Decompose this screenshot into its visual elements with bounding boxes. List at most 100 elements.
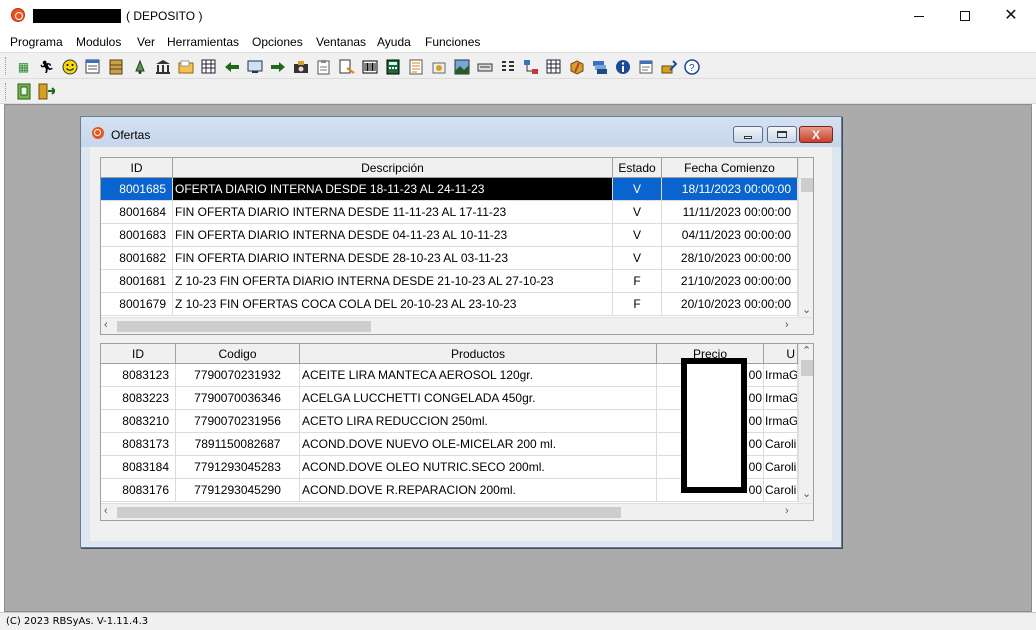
scroll-right-icon[interactable]: › xyxy=(785,320,789,331)
app-logo-icon[interactable] xyxy=(11,8,25,22)
smiley-icon[interactable] xyxy=(61,58,78,75)
cell-u[interactable]: Caroli xyxy=(764,456,798,479)
cell-producto[interactable]: ACOND.DOVE NUEVO OLE-MICELAR 200 ml. xyxy=(300,433,657,456)
cell-fecha[interactable]: 20/10/2023 00:00:00 xyxy=(662,293,798,316)
col-estado[interactable]: Estado xyxy=(613,158,662,178)
camera-icon[interactable] xyxy=(292,58,309,75)
cell-codigo[interactable]: 7790070036346 xyxy=(176,387,300,410)
cell-producto[interactable]: ACELGA LUCCHETTI CONGELADA 450gr. xyxy=(300,387,657,410)
cell-u[interactable]: Caroli xyxy=(764,433,798,456)
book-icon[interactable] xyxy=(15,83,32,100)
cell-id[interactable]: 8001682 xyxy=(101,247,173,270)
minimize-button[interactable] xyxy=(896,0,942,32)
cell-codigo[interactable]: 7791293045290 xyxy=(176,479,300,502)
menu-opciones[interactable]: Opciones xyxy=(252,35,303,49)
list-icon[interactable] xyxy=(407,58,424,75)
pill-icon[interactable] xyxy=(430,58,447,75)
document-icon[interactable] xyxy=(338,58,355,75)
ofertas-horizontal-scrollbar[interactable]: ‹ › xyxy=(101,317,813,334)
cell-id[interactable]: 8083176 xyxy=(101,479,176,502)
cabinet-icon[interactable] xyxy=(107,58,124,75)
col-fecha-comienzo[interactable]: Fecha Comienzo xyxy=(662,158,798,178)
ofertas-minimize-button[interactable] xyxy=(733,126,763,143)
productos-horizontal-scrollbar[interactable]: ‹ › xyxy=(101,503,813,520)
calculator-icon[interactable] xyxy=(384,58,401,75)
help-icon[interactable]: ? xyxy=(683,58,700,75)
cell-producto[interactable]: ACOND.DOVE R.REPARACION 200ml. xyxy=(300,479,657,502)
cell-producto[interactable]: ACETO LIRA REDUCCION 250ml. xyxy=(300,410,657,433)
cell-producto[interactable]: ACOND.DOVE OLEO NUTRIC.SECO 200ml. xyxy=(300,456,657,479)
notes-icon[interactable] xyxy=(637,58,654,75)
cell-producto[interactable]: ACEITE LIRA MANTECA AEROSOL 120gr. xyxy=(300,364,657,387)
cell-estado[interactable]: V xyxy=(613,224,662,247)
maximize-button[interactable] xyxy=(942,0,988,32)
cell-fecha[interactable]: 21/10/2023 00:00:00 xyxy=(662,270,798,293)
cell-fecha[interactable]: 18/11/2023 00:00:00 xyxy=(662,178,798,201)
scroll-left-icon[interactable]: ‹ xyxy=(104,320,108,331)
scroll-thumb[interactable] xyxy=(801,178,813,192)
cell-codigo[interactable]: 7791293045283 xyxy=(176,456,300,479)
col-descripcion[interactable]: Descripción xyxy=(173,158,613,178)
cell-u[interactable]: IrmaG xyxy=(764,410,798,433)
ofertas-window-icon[interactable] xyxy=(92,127,104,139)
photo-icon[interactable] xyxy=(453,58,470,75)
menu-ayuda[interactable]: Ayuda xyxy=(377,35,411,49)
table-icon[interactable] xyxy=(200,58,217,75)
cell-u[interactable]: Caroli xyxy=(764,479,798,502)
scroll-thumb[interactable] xyxy=(801,360,813,376)
cell-fecha[interactable]: 28/10/2023 00:00:00 xyxy=(662,247,798,270)
cell-descripcion[interactable]: FIN OFERTA DIARIO INTERNA DESDE 28-10-23… xyxy=(173,247,613,270)
ofertas-vertical-scrollbar[interactable]: ⌄ xyxy=(798,158,813,317)
cell-descripcion[interactable]: FIN OFERTA DIARIO INTERNA DESDE 04-11-23… xyxy=(173,224,613,247)
info-icon[interactable] xyxy=(614,58,631,75)
arrow-left-icon[interactable] xyxy=(223,58,240,75)
grid-icon[interactable]: ▦ xyxy=(15,58,32,75)
cell-estado[interactable]: V xyxy=(613,201,662,224)
cell-id[interactable]: 8083210 xyxy=(101,410,176,433)
menu-programa[interactable]: Programa xyxy=(10,35,63,49)
tools-icon[interactable] xyxy=(660,58,677,75)
network-icon[interactable] xyxy=(522,58,539,75)
arrow-right-icon[interactable] xyxy=(269,58,286,75)
close-button[interactable]: ✕ xyxy=(988,0,1034,32)
layers-icon[interactable] xyxy=(591,58,608,75)
scroll-down-icon[interactable]: ⌄ xyxy=(802,489,811,500)
menu-funciones[interactable]: Funciones xyxy=(425,35,480,49)
col-u[interactable]: U xyxy=(764,344,798,364)
exit-icon[interactable] xyxy=(38,83,55,100)
cell-codigo[interactable]: 7790070231956 xyxy=(176,410,300,433)
menu-ver[interactable]: Ver xyxy=(137,35,155,49)
productos-vertical-scrollbar[interactable]: ⌃ ⌄ xyxy=(798,344,813,503)
bell-icon[interactable] xyxy=(131,58,148,75)
table2-icon[interactable] xyxy=(545,58,562,75)
cell-id[interactable]: 8001679 xyxy=(101,293,173,316)
runner-icon[interactable]: 🏃︎ xyxy=(38,58,55,75)
monitor-icon[interactable] xyxy=(246,58,263,75)
ofertas-title-bar[interactable]: Ofertas X xyxy=(81,117,841,147)
ofertas-maximize-button[interactable] xyxy=(767,126,797,143)
cell-id[interactable]: 8083173 xyxy=(101,433,176,456)
cell-id[interactable]: 8001684 xyxy=(101,201,173,224)
cell-estado[interactable]: V xyxy=(613,178,662,201)
cell-id[interactable]: 8083123 xyxy=(101,364,176,387)
scroll-thumb[interactable] xyxy=(117,321,371,332)
cell-codigo[interactable]: 7891150082687 xyxy=(176,433,300,456)
grid-list-icon[interactable] xyxy=(499,58,516,75)
box-icon[interactable] xyxy=(568,58,585,75)
form-icon[interactable] xyxy=(84,58,101,75)
toolbar-grip[interactable] xyxy=(5,83,8,101)
scroll-right-icon[interactable]: › xyxy=(785,506,789,517)
toolbar-grip[interactable] xyxy=(5,57,8,75)
cell-estado[interactable]: V xyxy=(613,247,662,270)
cell-fecha[interactable]: 04/11/2023 00:00:00 xyxy=(662,224,798,247)
cell-descripcion[interactable]: Z 10-23 FIN OFERTA DIARIO INTERNA DESDE … xyxy=(173,270,613,293)
cell-codigo[interactable]: 7790070231932 xyxy=(176,364,300,387)
cell-id[interactable]: 8083223 xyxy=(101,387,176,410)
col-id[interactable]: ID xyxy=(101,158,173,178)
scroll-thumb[interactable] xyxy=(117,507,621,518)
ofertas-grid[interactable]: ID Descripción Estado Fecha Comienzo 800… xyxy=(100,157,814,335)
cell-id[interactable]: 8001681 xyxy=(101,270,173,293)
scroll-down-icon[interactable]: ⌄ xyxy=(802,305,811,316)
productos-grid[interactable]: ID Codigo Productos Precio U 8083123 779… xyxy=(100,343,814,521)
cell-descripcion[interactable]: Z 10-23 FIN OFERTAS COCA COLA DEL 20-10-… xyxy=(173,293,613,316)
